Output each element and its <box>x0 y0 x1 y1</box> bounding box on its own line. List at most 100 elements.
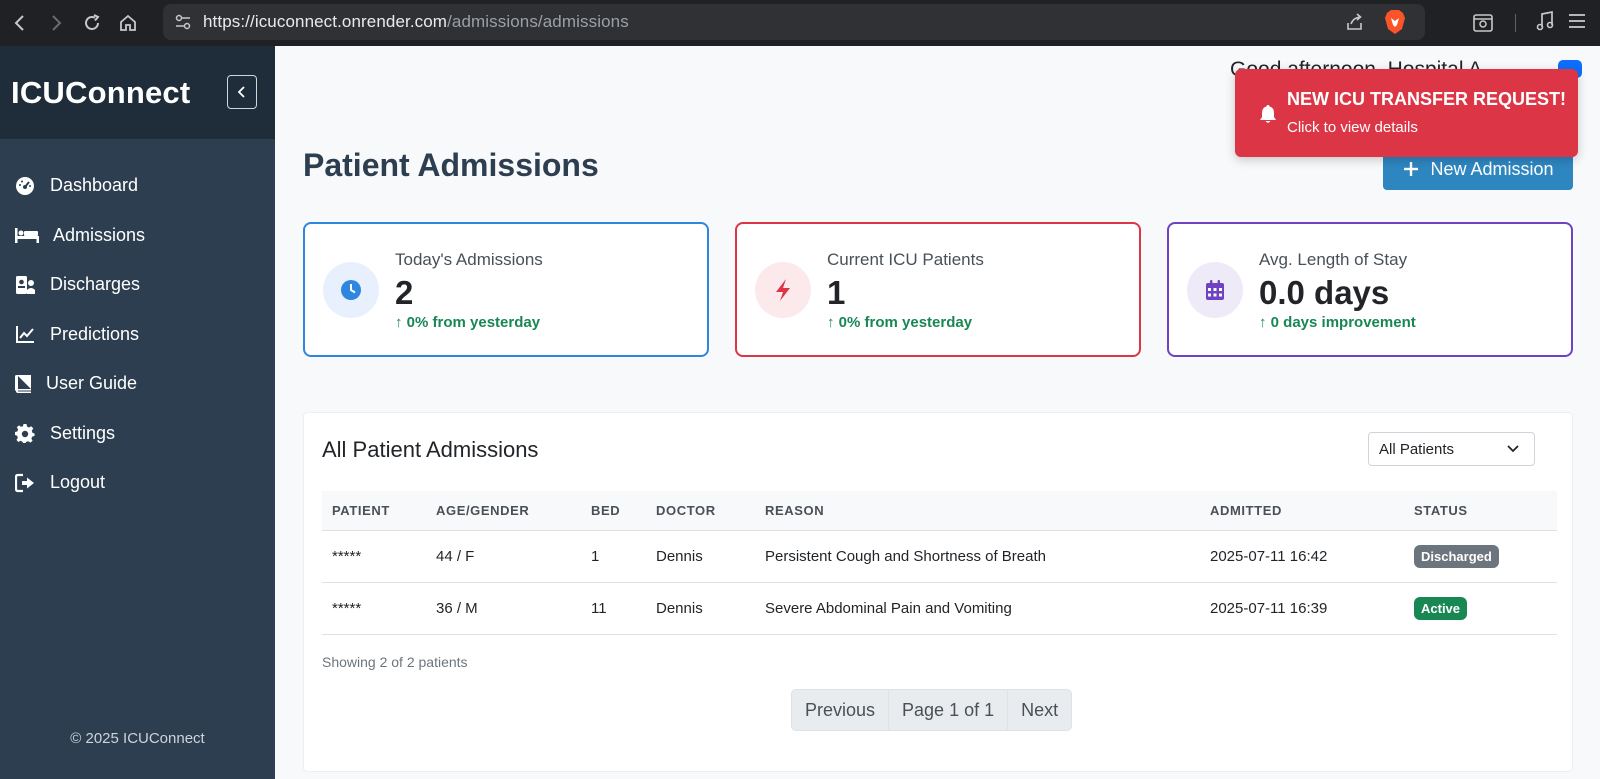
sidebar-menu: Dashboard Admissions Discharges Predicti… <box>0 161 275 508</box>
col-patient[interactable]: PATIENT <box>322 491 426 531</box>
stat-trend: ↑ 0% from yesterday <box>395 314 541 331</box>
chevron-down-icon <box>1507 445 1519 453</box>
brand-logo[interactable]: ICUConnect <box>11 75 190 111</box>
forward-icon[interactable] <box>38 5 74 41</box>
bolt-icon <box>755 262 811 318</box>
copyright-footer: © 2025 ICUConnect <box>70 730 205 747</box>
sidebar-item-discharges[interactable]: Discharges <box>0 260 275 310</box>
book-icon <box>14 374 32 394</box>
calendar-icon <box>1187 262 1243 318</box>
patient-filter-select[interactable]: All Patients <box>1368 432 1535 466</box>
sidebar-header: ICUConnect <box>0 46 275 139</box>
col-age-gender[interactable]: AGE/GENDER <box>426 491 581 531</box>
table-row[interactable]: ***** 36 / M 11 Dennis Severe Abdominal … <box>322 582 1557 635</box>
previous-page-button[interactable]: Previous <box>792 690 890 730</box>
cell-status: Active <box>1404 582 1557 635</box>
col-bed[interactable]: BED <box>581 491 646 531</box>
stat-card-current-icu-patients: Current ICU Patients 1 ↑ 0% from yesterd… <box>735 222 1141 357</box>
status-badge: Discharged <box>1414 544 1499 568</box>
sidebar-item-admissions[interactable]: Admissions <box>0 211 275 261</box>
cell-reason: Severe Abdominal Pain and Vomiting <box>755 582 1200 635</box>
cell-reason: Persistent Cough and Shortness of Breath <box>755 530 1200 583</box>
sidebar-item-label: Predictions <box>50 323 140 344</box>
pagination: Previous Page 1 of 1 Next <box>791 689 1073 731</box>
sidebar-item-label: Dashboard <box>50 175 139 196</box>
menu-icon[interactable] <box>1566 10 1588 37</box>
sidebar-item-label: User Guide <box>46 373 138 394</box>
media-icon[interactable] <box>1534 10 1556 37</box>
sidebar-item-label: Settings <box>50 422 116 443</box>
sidebar-item-label: Discharges <box>50 274 141 295</box>
home-icon[interactable] <box>110 5 146 41</box>
cell-bed: 11 <box>581 582 646 635</box>
col-doctor[interactable]: DOCTOR <box>646 491 755 531</box>
cell-age-gender: 36 / M <box>426 582 581 635</box>
stat-value: 1 <box>827 274 846 311</box>
cell-admitted: 2025-07-11 16:39 <box>1200 582 1404 635</box>
sidebar-item-settings[interactable]: Settings <box>0 409 275 459</box>
url-text: https://icuconnect.onrender.com/admissio… <box>203 12 629 31</box>
cell-patient: ***** <box>322 530 426 583</box>
col-status[interactable]: STATUS <box>1404 491 1557 531</box>
page-content: Patient Admissions New Admission Today's… <box>275 146 1600 779</box>
sidebar-item-predictions[interactable]: Predictions <box>0 310 275 360</box>
next-page-button[interactable]: Next <box>1008 690 1071 730</box>
admissions-table: PATIENT AGE/GENDER BED DOCTOR REASON ADM… <box>322 491 1557 635</box>
stat-card-avg-length-of-stay: Avg. Length of Stay 0.0 days ↑ 0 days im… <box>1167 222 1573 357</box>
bell-icon <box>1259 104 1277 129</box>
sidebar-item-dashboard[interactable]: Dashboard <box>0 161 275 211</box>
cell-age-gender: 44 / F <box>426 530 581 583</box>
sidebar-item-user-guide[interactable]: User Guide <box>0 359 275 409</box>
admissions-table-card: All Patient Admissions All Patients PATI… <box>303 412 1573 772</box>
clock-icon <box>323 262 379 318</box>
sidebar-item-label: Logout <box>50 472 106 493</box>
sidebar-item-logout[interactable]: Logout <box>0 458 275 508</box>
showing-count: Showing 2 of 2 patients <box>322 654 468 670</box>
bed-icon <box>14 225 40 245</box>
table-row[interactable]: ***** 44 / F 1 Dennis Persistent Cough a… <box>322 530 1557 583</box>
reload-icon[interactable] <box>74 5 110 41</box>
card-title: All Patient Admissions <box>322 437 539 462</box>
cell-admitted: 2025-07-11 16:42 <box>1200 530 1404 583</box>
toast-subtitle: Click to view details <box>1287 119 1418 136</box>
site-settings-icon[interactable] <box>163 13 203 31</box>
back-icon[interactable] <box>2 5 38 41</box>
table-header-row: PATIENT AGE/GENDER BED DOCTOR REASON ADM… <box>322 491 1557 531</box>
cell-status: Discharged <box>1404 530 1557 583</box>
stat-value: 2 <box>395 274 414 311</box>
browser-toolbar: https://icuconnect.onrender.com/admissio… <box>0 0 1600 46</box>
stat-trend: ↑ 0 days improvement <box>1259 314 1416 331</box>
sidebar-item-label: Admissions <box>53 224 146 245</box>
address-bar[interactable]: https://icuconnect.onrender.com/admissio… <box>163 4 1425 40</box>
plus-icon <box>1404 162 1419 176</box>
stat-value: 0.0 days <box>1259 274 1390 311</box>
stat-label: Avg. Length of Stay <box>1259 250 1408 269</box>
sidebar-collapse-button[interactable] <box>227 75 257 109</box>
gauge-icon <box>14 176 36 196</box>
col-reason[interactable]: REASON <box>755 491 1200 531</box>
sidebar: ICUConnect Dashboard Admissions Discharg… <box>0 46 275 779</box>
stat-card-todays-admissions: Today's Admissions 2 ↑ 0% from yesterday <box>303 222 709 357</box>
page-indicator: Page 1 of 1 <box>889 690 1009 730</box>
stat-label: Current ICU Patients <box>827 250 984 269</box>
chevron-left-icon <box>237 86 245 98</box>
reader-icon[interactable] <box>1469 13 1497 33</box>
gear-icon <box>14 423 36 444</box>
cell-doctor: Dennis <box>646 530 755 583</box>
status-badge: Active <box>1414 596 1468 620</box>
stat-label: Today's Admissions <box>395 250 543 269</box>
chart-line-icon <box>14 324 36 344</box>
toolbar-divider <box>1515 14 1516 32</box>
brave-shield-icon[interactable] <box>1383 9 1407 40</box>
col-admitted[interactable]: ADMITTED <box>1200 491 1404 531</box>
transfer-request-toast[interactable]: NEW ICU TRANSFER REQUEST! Click to view … <box>1235 69 1578 157</box>
toast-title: NEW ICU TRANSFER REQUEST! <box>1287 89 1566 109</box>
patient-icon <box>14 275 36 295</box>
share-icon[interactable] <box>1345 12 1365 37</box>
page-title: Patient Admissions <box>303 147 599 183</box>
cell-patient: ***** <box>322 582 426 635</box>
logout-icon <box>14 473 36 493</box>
cell-doctor: Dennis <box>646 582 755 635</box>
new-admission-label: New Admission <box>1430 158 1554 179</box>
filter-value: All Patients <box>1379 440 1455 458</box>
